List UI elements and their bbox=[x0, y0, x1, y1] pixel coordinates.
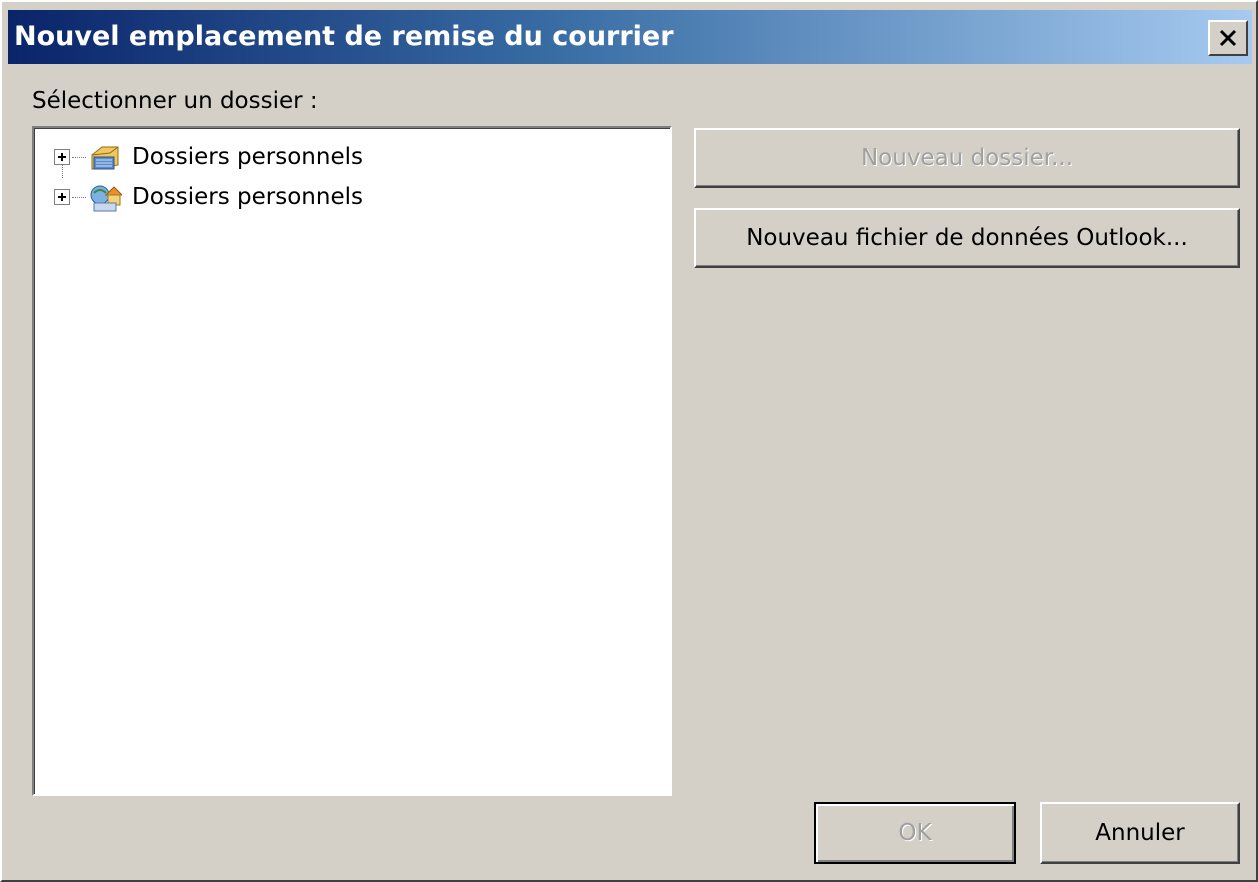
expand-icon[interactable] bbox=[54, 189, 70, 205]
tree-item-label: Dossiers personnels bbox=[132, 144, 363, 170]
tree-item-label: Dossiers personnels bbox=[132, 184, 363, 210]
cancel-button-label: Annuler bbox=[1095, 820, 1185, 846]
pst-folder-icon bbox=[91, 146, 119, 170]
ok-button[interactable]: OK bbox=[814, 802, 1016, 864]
dialog-window: Nouvel emplacement de remise du courrier… bbox=[0, 0, 1258, 882]
select-folder-label-text: Sélectionner un dossier : bbox=[32, 88, 318, 114]
tree-item-personal-folders-1[interactable]: Dossiers personnels bbox=[54, 138, 363, 176]
new-folder-button[interactable]: Nouveau dossier... bbox=[694, 128, 1240, 188]
home-mailbox-icon bbox=[90, 185, 122, 212]
tree-line bbox=[72, 196, 86, 198]
ok-button-label: OK bbox=[898, 820, 932, 846]
new-outlook-data-file-button[interactable]: Nouveau fichier de données Outlook... bbox=[694, 208, 1240, 268]
window-title: Nouvel emplacement de remise du courrier bbox=[14, 21, 674, 52]
close-icon bbox=[1219, 29, 1237, 47]
new-outlook-data-file-button-label: Nouveau fichier de données Outlook... bbox=[746, 225, 1188, 251]
tree-item-personal-folders-2[interactable]: Dossiers personnels bbox=[54, 178, 363, 216]
select-folder-label: Sélectionner un dossier : bbox=[32, 88, 318, 114]
tree-line bbox=[72, 156, 86, 158]
folder-tree[interactable]: Dossiers personnels Dossiers personnels bbox=[32, 126, 672, 796]
title-bar: Nouvel emplacement de remise du courrier bbox=[8, 10, 1252, 64]
new-folder-button-label: Nouveau dossier... bbox=[860, 145, 1074, 171]
close-button[interactable] bbox=[1208, 20, 1248, 56]
cancel-button[interactable]: Annuler bbox=[1040, 802, 1240, 864]
expand-icon[interactable] bbox=[54, 149, 70, 165]
